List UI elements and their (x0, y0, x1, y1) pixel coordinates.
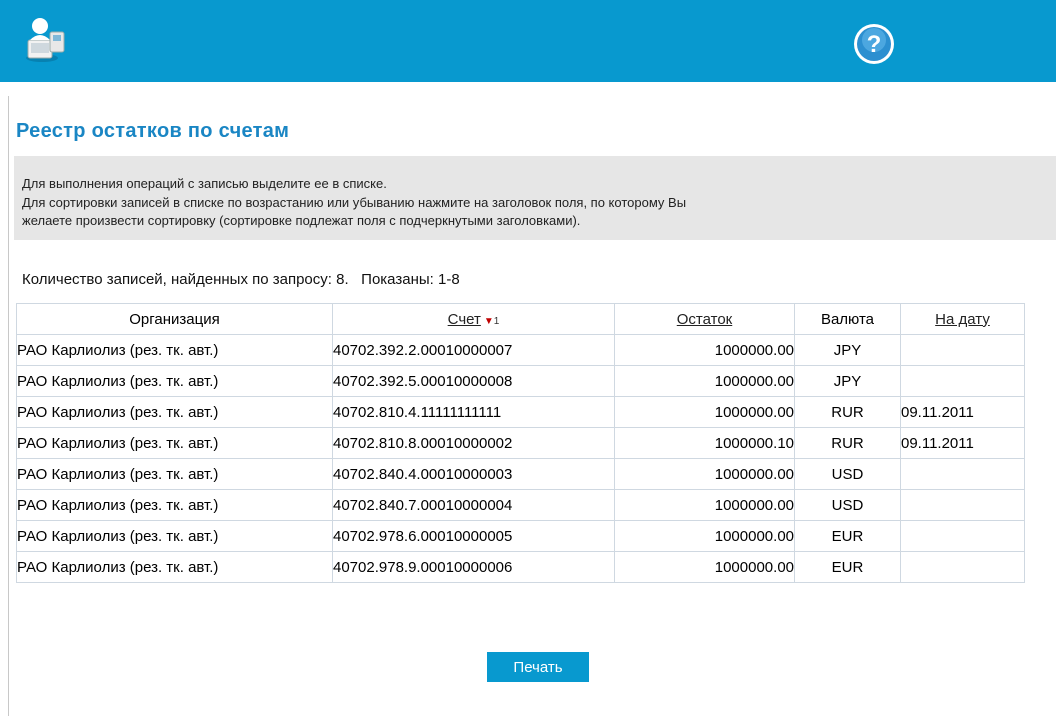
sort-by-date-link[interactable]: На дату (935, 311, 990, 328)
table-row[interactable]: РАО Карлиолиз (рез. тк. авт.) 40702.392.5… (16, 365, 1025, 397)
info-text-line-1: Для выполнения операций с записью выдели… (22, 176, 387, 191)
info-text-line-2: Для сортировки записей в списке по возра… (22, 195, 687, 210)
info-text-line-3: желаете произвести сортировку (сортировк… (22, 213, 581, 228)
cell-currency: RUR (794, 427, 901, 459)
svg-text:?: ? (867, 31, 882, 58)
column-header-currency: Валюта (794, 303, 901, 335)
cell-account: 40702.840.7.00010000004 (332, 489, 615, 521)
column-header-organization-label: Организация (129, 310, 220, 328)
shown-range: 1-8 (437, 271, 460, 288)
table-row[interactable]: РАО Карлиолиз (рез. тк. авт.) 40702.978.9… (16, 551, 1025, 583)
cell-currency: RUR (794, 396, 901, 428)
cell-date (900, 520, 1025, 552)
top-bar: ? (0, 0, 1056, 82)
cell-currency: EUR (794, 520, 901, 552)
found-count: 8. (336, 271, 349, 288)
cell-organization: РАО Карлиолиз (рез. тк. авт.) (16, 551, 333, 583)
cell-account: 40702.978.9.00010000006 (332, 551, 615, 583)
column-header-currency-label: Валюта (820, 310, 875, 328)
cell-organization: РАО Карлиолиз (рез. тк. авт.) (16, 458, 333, 490)
column-header-organization: Организация (16, 303, 333, 335)
cell-organization: РАО Карлиолиз (рез. тк. авт.) (16, 365, 333, 397)
cell-currency: USD (794, 458, 901, 490)
table-row[interactable]: РАО Карлиолиз (рез. тк. авт.) 40702.840.4… (16, 458, 1025, 490)
cell-date: 09.11.2011 (900, 396, 1025, 428)
cell-balance: 1000000.00 (614, 551, 795, 583)
column-header-balance[interactable]: Остаток (614, 303, 795, 335)
table-row[interactable]: РАО Карлиолиз (рез. тк. авт.) 40702.392.2… (16, 334, 1025, 366)
cell-currency: EUR (794, 551, 901, 583)
cell-account: 40702.392.5.00010000008 (332, 365, 615, 397)
cell-organization: РАО Карлиолиз (рез. тк. авт.) (16, 396, 333, 428)
table-row[interactable]: РАО Карлиолиз (рез. тк. авт.) 40702.978.6… (16, 520, 1025, 552)
cell-organization: РАО Карлиолиз (рез. тк. авт.) (16, 489, 333, 521)
user-computer-icon (26, 18, 65, 62)
records-summary: Количество записей, найденных по запросу… (22, 271, 460, 288)
cell-balance: 1000000.00 (614, 520, 795, 552)
print-button[interactable]: Печать (487, 652, 589, 682)
cell-balance: 1000000.00 (614, 396, 795, 428)
table-row[interactable]: РАО Карлиолиз (рез. тк. авт.) 40702.840.7… (16, 489, 1025, 521)
sort-by-account-link[interactable]: Счет (448, 311, 481, 328)
question-mark-icon[interactable]: ? (852, 22, 896, 66)
cell-date (900, 365, 1025, 397)
cell-date (900, 489, 1025, 521)
page-title: Реестр остатков по счетам (16, 120, 290, 142)
cell-account: 40702.978.6.00010000005 (332, 520, 615, 552)
cell-currency: USD (794, 489, 901, 521)
cell-balance: 1000000.10 (614, 427, 795, 459)
table-row[interactable]: РАО Карлиолиз (рез. тк. авт.) 40702.810.4… (16, 396, 1025, 428)
cell-currency: JPY (794, 365, 901, 397)
cell-balance: 1000000.00 (614, 489, 795, 521)
cell-organization: РАО Карлиолиз (рез. тк. авт.) (16, 334, 333, 366)
found-label: Количество записей, найденных по запросу… (22, 271, 332, 288)
content-left-border (8, 96, 9, 716)
cell-date (900, 334, 1025, 366)
table-body: РАО Карлиолиз (рез. тк. авт.) 40702.392.2… (16, 334, 1025, 583)
shown-label: Показаны: (361, 271, 434, 288)
cell-balance: 1000000.00 (614, 365, 795, 397)
cell-date (900, 458, 1025, 490)
sort-order-number: 1 (493, 315, 500, 327)
cell-organization: РАО Карлиолиз (рез. тк. авт.) (16, 520, 333, 552)
cell-account: 40702.810.8.00010000002 (332, 427, 615, 459)
table-header-row: Организация Счет ▼1 Остаток Валюта На дат… (16, 303, 1025, 335)
cell-balance: 1000000.00 (614, 458, 795, 490)
cell-balance: 1000000.00 (614, 334, 795, 366)
sort-by-balance-link[interactable]: Остаток (677, 311, 733, 328)
cell-date (900, 551, 1025, 583)
column-header-account[interactable]: Счет ▼1 (332, 303, 615, 335)
info-box: Для выполнения операций с записью выдели… (14, 156, 1056, 240)
sort-descending-icon: ▼1 (483, 315, 500, 327)
cell-account: 40702.392.2.00010000007 (332, 334, 615, 366)
cell-date: 09.11.2011 (900, 427, 1025, 459)
cell-account: 40702.810.4.11111111111 (332, 396, 615, 428)
cell-currency: JPY (794, 334, 901, 366)
balances-table: Организация Счет ▼1 Остаток Валюта На дат… (16, 303, 1025, 583)
table-row[interactable]: РАО Карлиолиз (рез. тк. авт.) 40702.810.8… (16, 427, 1025, 459)
column-header-date[interactable]: На дату (900, 303, 1025, 335)
cell-organization: РАО Карлиолиз (рез. тк. авт.) (16, 427, 333, 459)
cell-account: 40702.840.4.00010000003 (332, 458, 615, 490)
